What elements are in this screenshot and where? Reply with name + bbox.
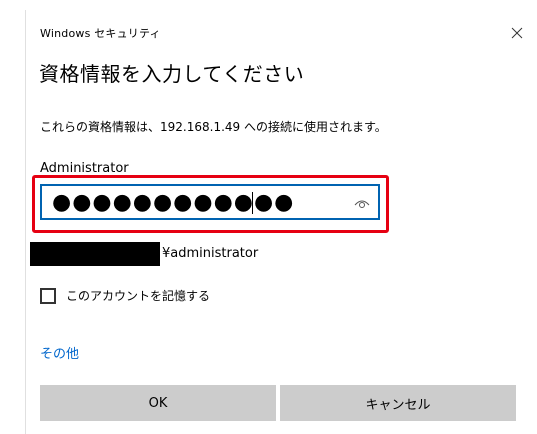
password-dots: ●●●●●●●●●●●●	[52, 190, 295, 215]
page: Windows セキュリティ 資格情報を入力してください これらの資格情報は、1…	[0, 0, 537, 434]
dialog-heading: 資格情報を入力してください	[39, 62, 305, 86]
credential-dialog: Windows セキュリティ 資格情報を入力してください これらの資格情報は、1…	[25, 10, 537, 434]
domain-username: ¥administrator	[162, 246, 259, 261]
remember-account-label: このアカウントを記憶する	[66, 289, 211, 303]
cancel-button[interactable]: キャンセル	[280, 385, 516, 421]
checkbox-box[interactable]	[40, 287, 56, 304]
close-icon	[511, 27, 523, 39]
dialog-description: これらの資格情報は、192.168.1.49 への接続に使用されます。	[40, 120, 387, 134]
reveal-password-button[interactable]	[354, 195, 370, 209]
redacted-domain-block	[30, 242, 160, 266]
password-input[interactable]: ●●●●●●●●●●●●	[40, 184, 380, 220]
close-button[interactable]	[504, 20, 530, 46]
remember-account-checkbox[interactable]: このアカウントを記憶する	[40, 287, 210, 304]
ok-button[interactable]: OK	[40, 385, 276, 421]
more-choices-link[interactable]: その他	[40, 343, 79, 362]
window-title: Windows セキュリティ	[40, 27, 161, 40]
eye-icon	[354, 200, 370, 208]
text-caret	[252, 192, 253, 214]
username-label: Administrator	[40, 161, 129, 176]
